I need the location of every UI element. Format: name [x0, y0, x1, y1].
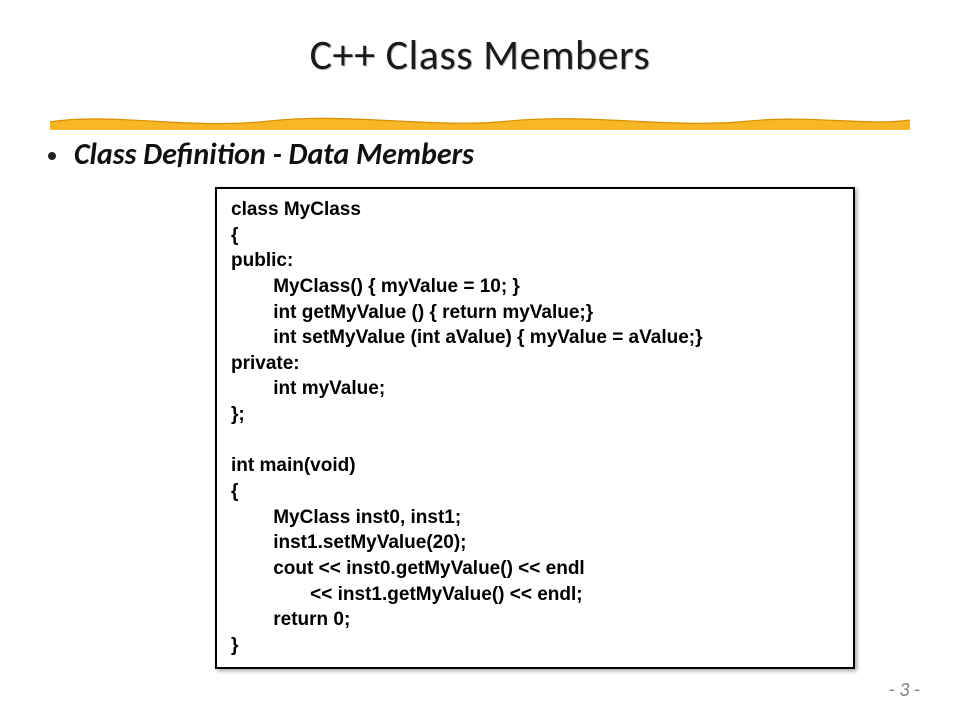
title-wrap: C++ Class Members — [0, 30, 960, 81]
title-underline-decoration — [50, 112, 910, 130]
slide: C++ Class Members Class Definition - Dat… — [0, 0, 960, 720]
code-box: class MyClass { public: MyClass() { myVa… — [215, 187, 855, 669]
bullet-text: Class Definition - Data Members — [74, 136, 474, 173]
slide-title: C++ Class Members — [310, 30, 651, 81]
page-number: - 3 - — [889, 678, 920, 702]
bullet-icon — [48, 152, 56, 160]
code-content: class MyClass { public: MyClass() { myVa… — [231, 197, 839, 659]
bullet-row: Class Definition - Data Members — [48, 136, 960, 173]
